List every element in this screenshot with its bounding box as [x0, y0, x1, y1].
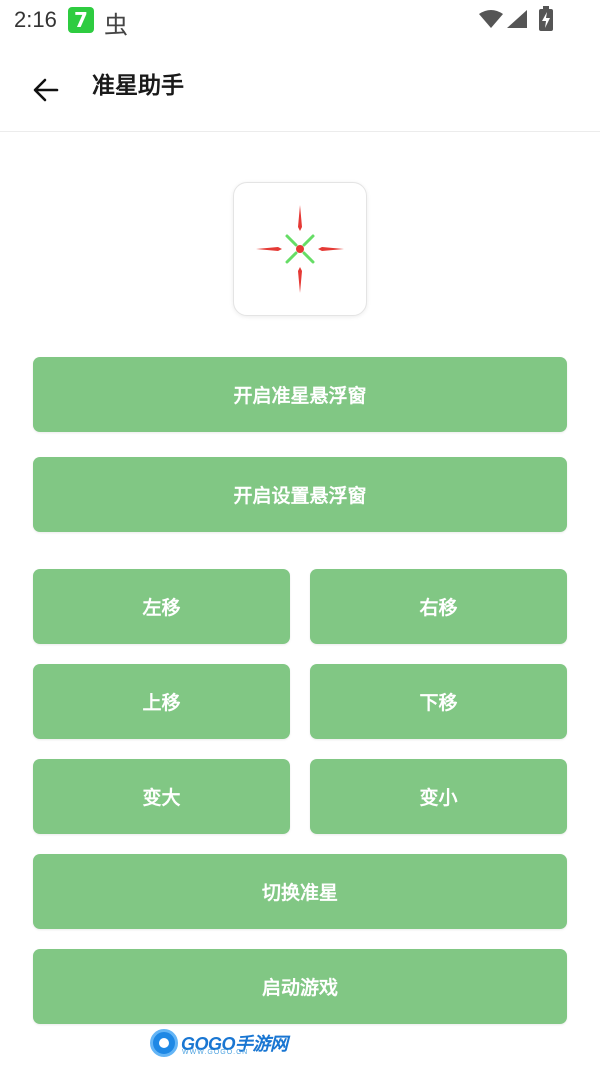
open-crosshair-float-button[interactable]: 开启准星悬浮窗 [33, 357, 567, 432]
move-down-button[interactable]: 下移 [310, 664, 567, 739]
crosshair-icon [256, 205, 344, 293]
watermark: GOGO手游网 WWW.GOGO.CN [150, 1028, 288, 1058]
wifi-icon [478, 9, 504, 33]
enlarge-button[interactable]: 变大 [33, 759, 290, 834]
switch-crosshair-button[interactable]: 切换准星 [33, 854, 567, 929]
shrink-button[interactable]: 变小 [310, 759, 567, 834]
open-settings-float-button[interactable]: 开启设置悬浮窗 [33, 457, 567, 532]
crosshair-preview [233, 182, 367, 316]
move-left-button[interactable]: 左移 [33, 569, 290, 644]
watermark-logo-icon [150, 1029, 178, 1057]
back-button[interactable] [24, 68, 68, 112]
signal-icon [506, 9, 528, 33]
app-toolbar: 准星助手 [0, 48, 600, 132]
start-game-button[interactable]: 启动游戏 [33, 949, 567, 1024]
app-notification-icon: 7 [68, 7, 94, 33]
page-title: 准星助手 [92, 73, 184, 99]
status-time: 2:16 [14, 7, 57, 32]
move-up-button[interactable]: 上移 [33, 664, 290, 739]
battery-charging-icon [538, 6, 554, 36]
watermark-url: WWW.GOGO.CN [182, 1049, 249, 1056]
arrow-left-icon [33, 78, 59, 102]
move-right-button[interactable]: 右移 [310, 569, 567, 644]
debug-bug-icon: 虫 [104, 11, 128, 39]
status-bar: 2:16 7 虫 [0, 0, 600, 40]
